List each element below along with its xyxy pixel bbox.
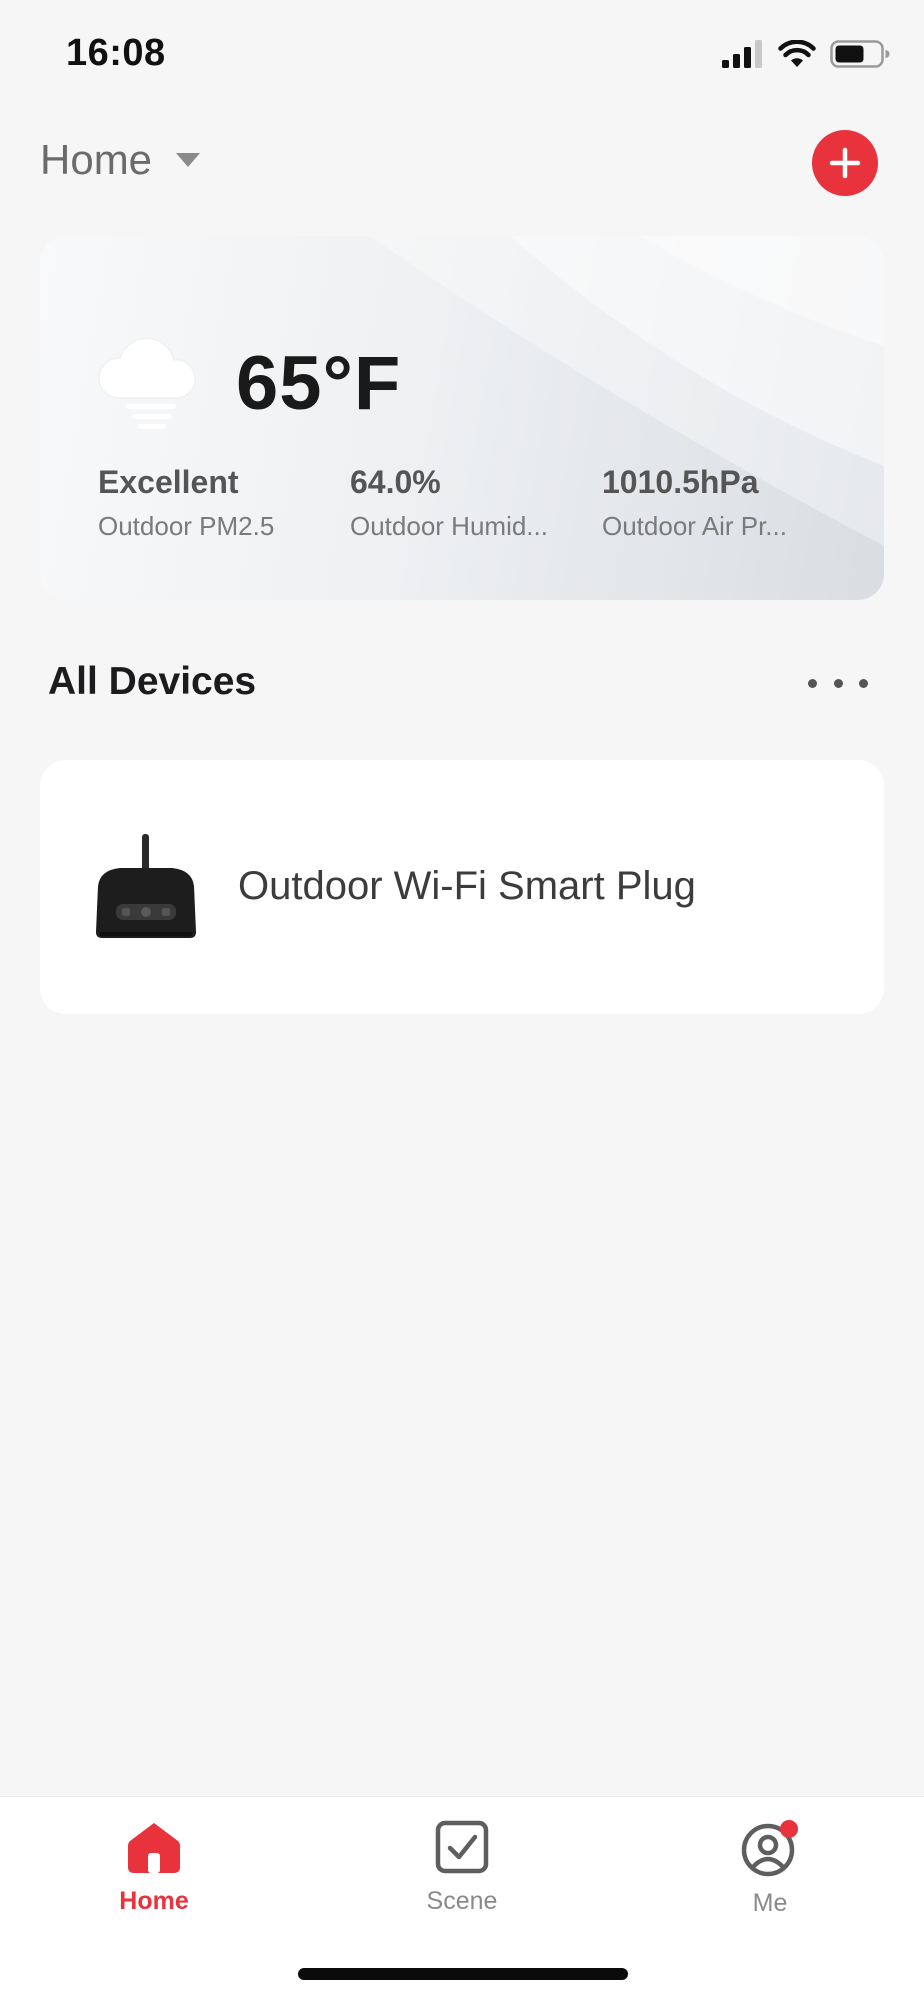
metric-value: 1010.5hPa bbox=[602, 464, 759, 500]
tab-home[interactable]: Home bbox=[54, 1819, 254, 1916]
wifi-icon bbox=[778, 40, 816, 67]
device-name: Outdoor Wi-Fi Smart Plug bbox=[238, 864, 696, 908]
home-icon bbox=[128, 1823, 180, 1873]
metric-pm25: Excellent Outdoor PM2.5 bbox=[98, 464, 328, 542]
scene-check-icon bbox=[435, 1820, 489, 1874]
more-dot-icon bbox=[808, 678, 817, 688]
tab-label: Home bbox=[119, 1887, 189, 1915]
home-selector[interactable]: Home bbox=[40, 136, 202, 184]
metric-label: Outdoor Air Pr... bbox=[602, 511, 787, 541]
notification-dot bbox=[780, 1820, 798, 1838]
smart-plug-image bbox=[96, 834, 196, 938]
more-dot-icon bbox=[859, 678, 868, 688]
tab-label: Me bbox=[752, 1889, 788, 1917]
home-indicator bbox=[298, 1968, 628, 1980]
cloudy-weather-icon bbox=[98, 337, 196, 429]
more-options-button[interactable] bbox=[808, 668, 868, 698]
devices-section-header: All Devices bbox=[0, 650, 924, 720]
battery-icon bbox=[830, 40, 890, 68]
tab-me[interactable]: Me bbox=[670, 1819, 870, 1918]
section-title: All Devices bbox=[48, 660, 257, 703]
profile-icon bbox=[741, 1820, 798, 1877]
status-bar: 16:08 bbox=[0, 0, 924, 110]
metric-air-pressure: 1010.5hPa Outdoor Air Pr... bbox=[602, 464, 832, 542]
device-card[interactable]: Outdoor Wi-Fi Smart Plug bbox=[40, 760, 884, 1014]
metric-value: 64.0% bbox=[350, 464, 441, 500]
cellular-signal-icon bbox=[722, 40, 762, 68]
header: Home bbox=[0, 120, 924, 210]
weather-card[interactable]: 65°F Excellent Outdoor PM2.5 64.0% Outdo… bbox=[40, 236, 884, 600]
metric-label: Outdoor Humid... bbox=[350, 511, 548, 541]
status-time: 16:08 bbox=[66, 32, 166, 74]
home-title: Home bbox=[40, 136, 153, 183]
more-dot-icon bbox=[833, 678, 843, 688]
status-icons bbox=[722, 40, 890, 68]
metric-humidity: 64.0% Outdoor Humid... bbox=[350, 464, 580, 542]
dropdown-caret-icon bbox=[176, 153, 201, 167]
plus-icon bbox=[829, 147, 861, 179]
weather-temperature: 65°F bbox=[236, 341, 402, 426]
tab-scene[interactable]: Scene bbox=[362, 1819, 562, 1916]
metric-label: Outdoor PM2.5 bbox=[98, 511, 275, 541]
tab-label: Scene bbox=[426, 1887, 498, 1915]
add-device-button[interactable] bbox=[812, 130, 878, 196]
metric-value: Excellent bbox=[98, 464, 239, 500]
